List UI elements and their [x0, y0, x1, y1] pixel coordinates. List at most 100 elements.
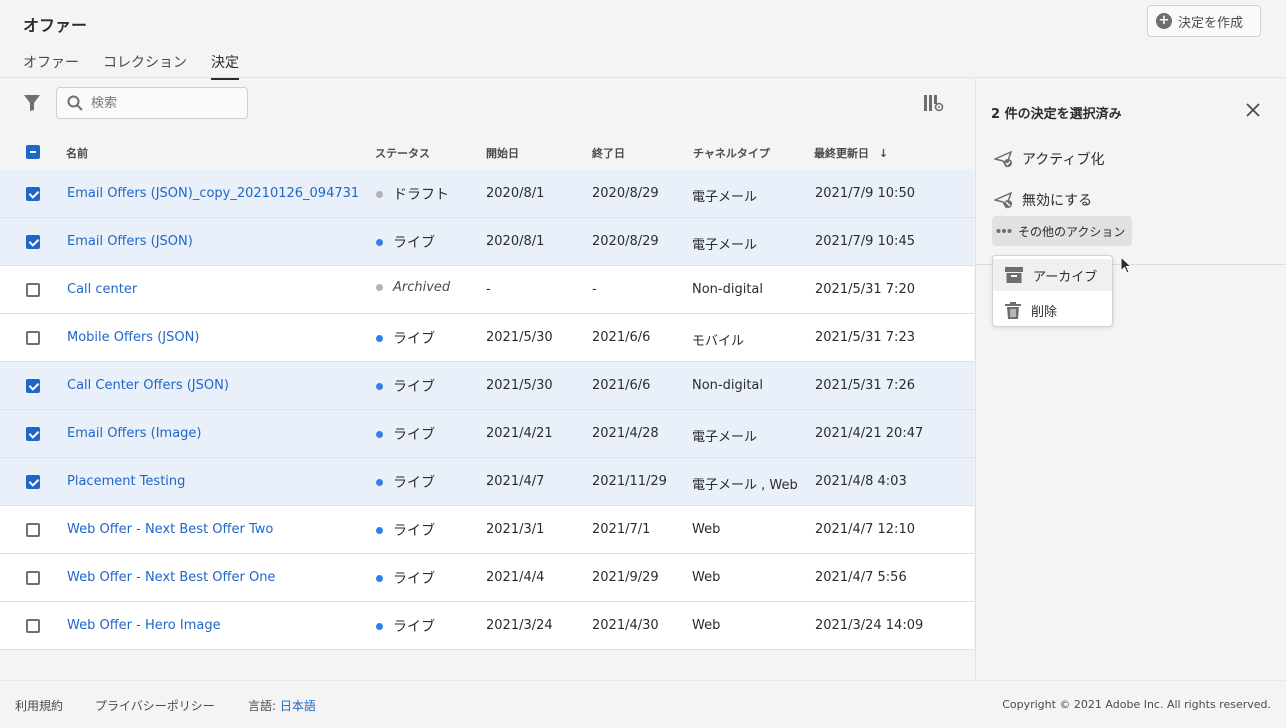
column-header-end[interactable]: 終了日 — [592, 145, 625, 161]
row-end-date: 2021/9/29 — [592, 570, 659, 585]
row-updated: 2021/4/8 4:03 — [815, 474, 907, 489]
row-end-date: 2021/7/1 — [592, 522, 651, 537]
table-row[interactable]: Call Center Offers (JSON) ライブ 2021/5/30 202… — [0, 362, 974, 410]
column-header-updated-label: 最終更新日 — [814, 147, 869, 160]
row-updated: 2021/7/9 10:50 — [815, 186, 915, 201]
row-name-link[interactable]: Web Offer - Hero Image — [67, 618, 221, 633]
row-checkbox[interactable] — [26, 187, 40, 201]
row-checkbox[interactable] — [26, 427, 40, 441]
search-field[interactable] — [56, 87, 248, 119]
row-checkbox[interactable] — [26, 571, 40, 585]
language-selector: 言語: 日本語 — [248, 697, 316, 714]
table-row[interactable]: Web Offer - Hero Image ライブ 2021/3/24 2021/4… — [0, 602, 974, 650]
status-dot-icon — [376, 574, 383, 582]
select-all-checkbox[interactable] — [26, 145, 40, 159]
status-dot-icon — [376, 430, 383, 438]
row-name-link[interactable]: Web Offer - Next Best Offer Two — [67, 522, 273, 537]
top-bar: オファー + 決定を作成 オファー コレクション 決定 — [0, 0, 1286, 80]
sort-descending-icon: ↓ — [878, 147, 889, 160]
language-value-link[interactable]: 日本語 — [280, 699, 316, 713]
row-channel: Web — [692, 570, 721, 585]
row-name-link[interactable]: Email Offers (Image) — [67, 426, 202, 441]
filter-icon[interactable] — [23, 94, 41, 112]
row-name-link[interactable]: Email Offers (JSON) — [67, 234, 193, 249]
row-status-label: ライブ — [393, 619, 435, 635]
more-icon — [996, 229, 1012, 233]
column-header-start[interactable]: 開始日 — [486, 145, 519, 161]
row-status-label: ライブ — [393, 523, 435, 539]
row-name-link[interactable]: Web Offer - Next Best Offer One — [67, 570, 275, 585]
add-circle-icon: + — [1156, 13, 1172, 29]
table-row[interactable]: Email Offers (JSON) ライブ 2020/8/1 2020/8/29 電… — [0, 218, 974, 266]
row-checkbox[interactable] — [26, 283, 40, 297]
row-status: ライブ — [376, 232, 435, 252]
table-row[interactable]: Email Offers (JSON)_copy_20210126_094731… — [0, 170, 974, 218]
mouse-cursor-icon — [1120, 256, 1132, 274]
row-status: ライブ — [376, 472, 435, 492]
row-end-date: 2021/4/30 — [592, 618, 659, 633]
tab-offers[interactable]: オファー — [23, 50, 79, 80]
deactivate-action[interactable]: 無効にする — [994, 190, 1092, 210]
privacy-link[interactable]: プライバシーポリシー — [95, 697, 215, 714]
table-row[interactable]: Mobile Offers (JSON) ライブ 2021/5/30 2021/6/6… — [0, 314, 974, 362]
row-updated: 2021/4/7 12:10 — [815, 522, 915, 537]
column-header-channel[interactable]: チャネルタイプ — [693, 145, 770, 161]
row-end-date: 2021/6/6 — [592, 378, 651, 393]
table-row[interactable]: Web Offer - Next Best Offer Two ライブ 2021/3… — [0, 506, 974, 554]
archive-icon — [1005, 267, 1023, 283]
menu-item-archive[interactable]: アーカイブ — [993, 259, 1112, 291]
column-header-updated[interactable]: 最終更新日 ↓ — [814, 145, 888, 161]
decisions-table: 名前 ステータス 開始日 終了日 チャネルタイプ 最終更新日 ↓ Email O… — [0, 134, 974, 650]
create-decision-button[interactable]: + 決定を作成 — [1147, 5, 1261, 37]
menu-item-delete[interactable]: 削除 — [993, 294, 1112, 326]
table-row[interactable]: Call center Archived - - Non-digital 2021/5/3… — [0, 266, 974, 314]
activate-action[interactable]: アクティブ化 — [994, 149, 1104, 169]
row-channel: 電子メール — [692, 430, 758, 445]
tab-decisions[interactable]: 決定 — [211, 50, 239, 80]
search-icon — [67, 95, 83, 111]
row-updated: 2021/7/9 10:45 — [815, 234, 915, 249]
column-settings-icon[interactable] — [924, 94, 944, 112]
status-dot-icon — [376, 526, 383, 534]
row-checkbox[interactable] — [26, 475, 40, 489]
row-checkbox[interactable] — [26, 379, 40, 393]
column-header-status[interactable]: ステータス — [375, 145, 430, 161]
row-updated: 2021/5/31 7:26 — [815, 378, 915, 393]
row-channel: Non-digital — [692, 282, 764, 297]
row-name-link[interactable]: Email Offers (JSON)_copy_20210126_094731 — [67, 186, 359, 201]
search-input[interactable] — [91, 95, 231, 111]
terms-link[interactable]: 利用規約 — [15, 697, 63, 714]
row-status-label: ライブ — [393, 235, 435, 251]
row-checkbox[interactable] — [26, 619, 40, 633]
row-checkbox[interactable] — [26, 523, 40, 537]
row-name-link[interactable]: Call Center Offers (JSON) — [67, 378, 229, 393]
table-row[interactable]: Placement Testing ライブ 2021/4/7 2021/11/29 電子… — [0, 458, 974, 506]
row-status-label: Archived — [393, 280, 451, 295]
more-actions-button[interactable]: その他のアクション — [992, 216, 1132, 246]
table-row[interactable]: Web Offer - Next Best Offer One ライブ 2021/4… — [0, 554, 974, 602]
row-status: ライブ — [376, 376, 435, 396]
row-updated: 2021/5/31 7:23 — [815, 330, 915, 345]
row-status: ライブ — [376, 328, 435, 348]
row-status: ライブ — [376, 520, 435, 540]
row-status-label: ライブ — [393, 427, 435, 443]
row-start-date: 2021/3/24 — [486, 618, 553, 633]
row-status: Archived — [376, 280, 450, 295]
row-name-link[interactable]: Placement Testing — [67, 474, 185, 489]
row-channel: 電子メール , Web — [692, 478, 798, 493]
tab-collections[interactable]: コレクション — [103, 50, 187, 80]
row-checkbox[interactable] — [26, 235, 40, 249]
table-body: Email Offers (JSON)_copy_20210126_094731… — [0, 170, 974, 650]
row-name-link[interactable]: Mobile Offers (JSON) — [67, 330, 199, 345]
row-name-link[interactable]: Call center — [67, 282, 137, 297]
row-checkbox[interactable] — [26, 331, 40, 345]
row-status: ライブ — [376, 568, 435, 588]
close-icon[interactable] — [1246, 103, 1260, 117]
row-updated: 2021/4/7 5:56 — [815, 570, 907, 585]
table-row[interactable]: Email Offers (Image) ライブ 2021/4/21 2021/4/2… — [0, 410, 974, 458]
row-status: ライブ — [376, 616, 435, 636]
row-status-label: ライブ — [393, 379, 435, 395]
column-header-name[interactable]: 名前 — [66, 145, 88, 161]
row-start-date: 2020/8/1 — [486, 186, 545, 201]
row-channel: Web — [692, 522, 721, 537]
